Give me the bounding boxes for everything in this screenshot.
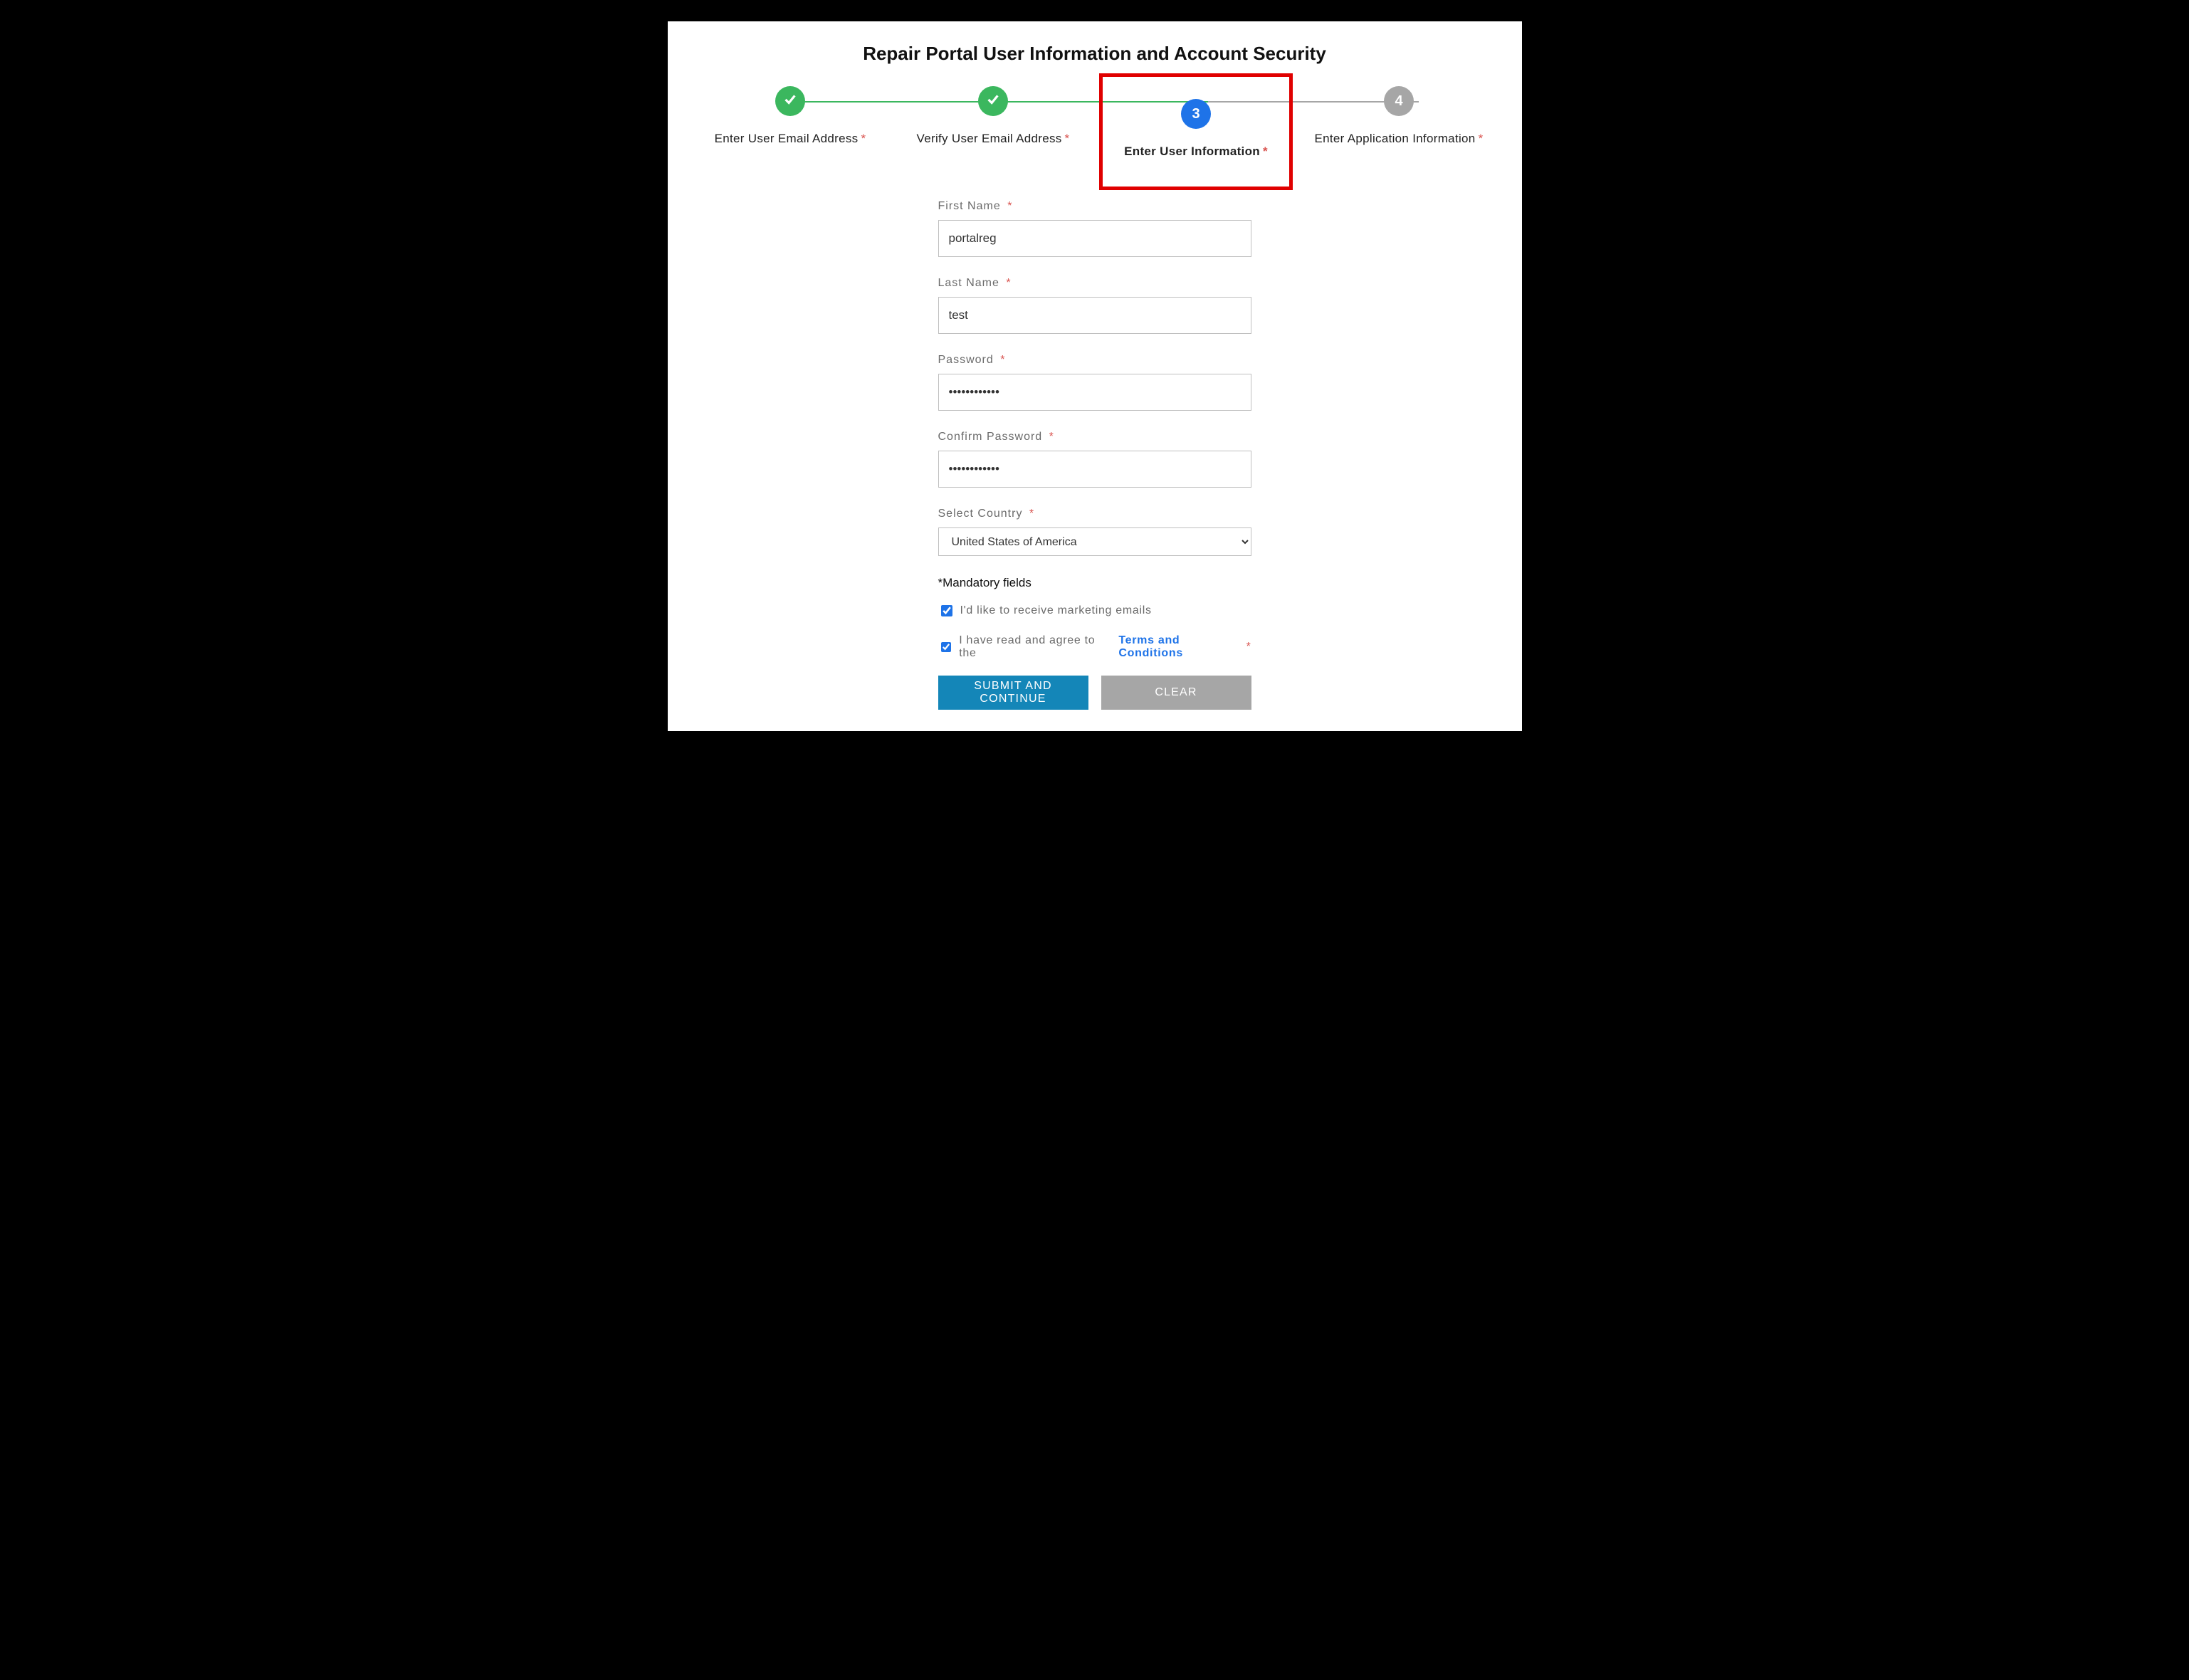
step-circle-2	[978, 86, 1008, 116]
step-user-info: 3 Enter User Information*	[1095, 86, 1298, 174]
required-star: *	[1065, 132, 1070, 145]
terms-link[interactable]: Terms and Conditions	[1118, 634, 1237, 660]
user-info-form: First Name * Last Name * Password * Conf…	[938, 200, 1251, 710]
step-enter-email: Enter User Email Address*	[689, 86, 892, 146]
clear-button[interactable]: CLEAR	[1101, 676, 1251, 710]
required-star: *	[1007, 200, 1012, 212]
required-star: *	[1000, 354, 1005, 366]
step-label-1: Enter User Email Address*	[689, 132, 892, 146]
step-label-4: Enter Application Information*	[1298, 132, 1501, 146]
marketing-opt-in-checkbox[interactable]	[941, 605, 952, 616]
button-row: SUBMIT AND CONTINUE CLEAR	[938, 676, 1251, 710]
check-icon	[985, 91, 1001, 111]
step-label-2: Verify User Email Address*	[892, 132, 1095, 146]
confirm-password-input[interactable]	[938, 451, 1251, 488]
first-name-label: First Name *	[938, 200, 1251, 213]
stepper: Enter User Email Address* Verify User Em…	[689, 86, 1501, 172]
step-circle-4: 4	[1384, 86, 1414, 116]
required-star: *	[861, 132, 866, 145]
required-star: *	[1049, 431, 1054, 443]
confirm-password-label: Confirm Password *	[938, 431, 1251, 443]
highlight-box	[1099, 73, 1293, 190]
submit-button[interactable]: SUBMIT AND CONTINUE	[938, 676, 1088, 710]
first-name-input[interactable]	[938, 220, 1251, 257]
mandatory-note: *Mandatory fields	[938, 576, 1251, 590]
country-select[interactable]: United States of America	[938, 527, 1251, 556]
step-verify-email: Verify User Email Address*	[892, 86, 1095, 146]
terms-row: I have read and agree to the Terms and C…	[938, 634, 1251, 660]
last-name-label: Last Name *	[938, 277, 1251, 290]
required-star: *	[1246, 641, 1251, 653]
required-star: *	[1029, 508, 1034, 520]
password-label: Password *	[938, 354, 1251, 367]
terms-prefix[interactable]: I have read and agree to the	[959, 634, 1103, 660]
country-label: Select Country *	[938, 508, 1251, 520]
step-circle-3: 3	[1181, 99, 1211, 129]
password-input[interactable]	[938, 374, 1251, 411]
last-name-input[interactable]	[938, 297, 1251, 334]
required-star: *	[1006, 277, 1011, 289]
step-circle-1	[775, 86, 805, 116]
check-icon	[782, 91, 798, 111]
required-star: *	[1263, 145, 1268, 158]
step-number-4: 4	[1395, 93, 1402, 110]
page-title: Repair Portal User Information and Accou…	[689, 43, 1501, 65]
registration-card: Repair Portal User Information and Accou…	[668, 21, 1522, 731]
step-label-3: Enter User Information*	[1124, 145, 1268, 159]
marketing-opt-in-row: I'd like to receive marketing emails	[938, 603, 1251, 619]
step-application-info: 4 Enter Application Information*	[1298, 86, 1501, 146]
terms-checkbox[interactable]	[941, 641, 952, 653]
step-number-3: 3	[1192, 106, 1200, 122]
marketing-opt-in-label[interactable]: I'd like to receive marketing emails	[960, 604, 1152, 617]
required-star: *	[1479, 132, 1484, 145]
